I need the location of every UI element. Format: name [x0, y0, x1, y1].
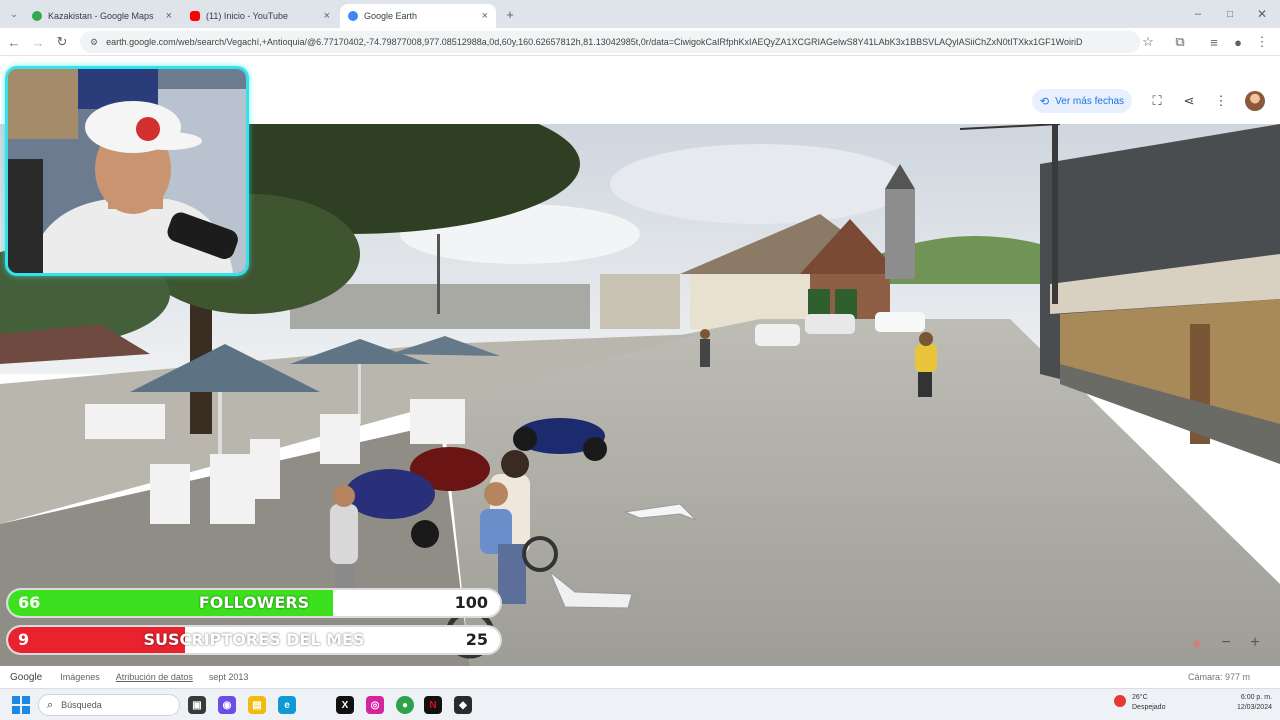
tab-title: Kazakistan - Google Maps	[48, 11, 154, 21]
chair	[8, 159, 43, 273]
new-tab-button[interactable]: +	[500, 4, 520, 24]
more-vert-icon[interactable]: ⋮	[1212, 92, 1230, 110]
x-twitter-icon[interactable]: X	[336, 696, 354, 714]
chat-icon[interactable]: ◉	[218, 696, 236, 714]
user-avatar[interactable]	[1245, 91, 1265, 111]
compass-icon[interactable]: ◈	[1186, 632, 1208, 654]
utility-pole	[1052, 124, 1058, 304]
fullscreen-icon[interactable]: ⛶	[1148, 92, 1166, 110]
url-text: earth.google.com/web/search/Vegachí,+Ant…	[106, 37, 1083, 47]
parked-car	[875, 312, 925, 332]
tab-google-earth[interactable]: Google Earth ×	[340, 4, 496, 28]
weather-widget[interactable]: 26°C Despejado	[1114, 693, 1184, 717]
youtube-favicon-icon	[190, 11, 200, 21]
search-icon: ⌕	[47, 698, 54, 711]
taskbar-search-input[interactable]: ⌕ Búsqueda	[38, 694, 180, 716]
parked-car	[755, 324, 800, 346]
followers-current: 66	[18, 593, 41, 612]
file-explorer-icon[interactable]: ▤	[248, 696, 266, 714]
site-info-icon[interactable]: ⚙	[90, 37, 98, 48]
edge-icon[interactable]: e	[278, 696, 296, 714]
more-dates-button[interactable]: ⟲ Ver más fechas	[1032, 89, 1132, 113]
shelf	[8, 69, 78, 139]
zoom-controls: ◈ − +	[1186, 632, 1266, 654]
system-clock[interactable]: 6:00 p. m. 12/03/2024	[1212, 693, 1272, 717]
cloud	[610, 144, 910, 224]
browser-menu-icon[interactable]: ⋮	[1252, 32, 1272, 52]
maps-favicon-icon	[32, 11, 42, 21]
subscribers-current: 9	[18, 630, 30, 649]
earth-footer: Google Imágenes Atribución de datos sept…	[0, 666, 1280, 688]
subscribers-goal-bar: SUSCRIPTORES DEL MES 9 25	[6, 625, 502, 655]
reload-icon[interactable]: ↻	[52, 32, 72, 52]
windows-start-icon[interactable]	[12, 696, 30, 714]
utility-pole	[437, 234, 440, 314]
browser-tab-bar: ⌄ Kazakistan - Google Maps × (11) Inicio…	[0, 0, 1280, 28]
cap-logo	[136, 117, 160, 141]
followers-goal: 100	[454, 593, 488, 612]
windows-taskbar: ⌕ Búsqueda ▣ ◉ ▤ e X ◎ ● N ◆ 26°C Despej…	[0, 688, 1280, 720]
imagery-label[interactable]: Imágenes	[60, 672, 100, 682]
clock-time: 6:00 p. m.	[1240, 694, 1272, 701]
more-dates-label: Ver más fechas	[1055, 95, 1125, 107]
followers-goal-bar: FOLLOWERS 66 100	[6, 588, 502, 618]
tab-title: Google Earth	[364, 11, 418, 21]
maximize-window-icon[interactable]: □	[1220, 4, 1240, 24]
weather-alert-icon	[1114, 695, 1126, 707]
zoom-out-button[interactable]: −	[1215, 632, 1237, 654]
capture-date: sept 2013	[208, 672, 249, 682]
tab-google-maps[interactable]: Kazakistan - Google Maps ×	[24, 4, 180, 28]
minimize-window-icon[interactable]: –	[1188, 4, 1208, 24]
share-icon[interactable]: ⋖	[1180, 92, 1198, 110]
tab-list-chevron-icon[interactable]: ⌄	[4, 4, 24, 24]
tab-title: (11) Inicio - YouTube	[206, 11, 289, 21]
reading-list-icon[interactable]: ≡	[1204, 32, 1224, 52]
zoom-in-button[interactable]: +	[1244, 632, 1266, 654]
chrome-icon[interactable]: ●	[396, 696, 414, 714]
search-placeholder: Búsqueda	[61, 700, 102, 710]
camera-altitude: Cámara: 977 m	[1187, 672, 1250, 682]
close-tab-icon[interactable]: ×	[324, 10, 330, 22]
subscribers-goal: 25	[465, 630, 488, 649]
parked-car	[805, 314, 855, 334]
data-attribution-link[interactable]: Atribución de datos	[116, 672, 193, 682]
extensions-icon[interactable]: ⧉	[1170, 32, 1190, 52]
bookmark-star-icon[interactable]: ☆	[1138, 32, 1158, 52]
followers-label: FOLLOWERS	[198, 593, 310, 612]
google-logo: Google	[10, 671, 43, 683]
netflix-icon[interactable]: N	[424, 696, 442, 714]
instagram-icon[interactable]: ◎	[366, 696, 384, 714]
webcam-overlay	[5, 66, 249, 276]
address-bar[interactable]: ⚙ earth.google.com/web/search/Vegachí,+A…	[80, 31, 1140, 53]
tab-youtube[interactable]: (11) Inicio - YouTube ×	[182, 4, 338, 28]
clock-date: 12/03/2024	[1236, 704, 1272, 711]
forward-icon[interactable]: →	[28, 32, 48, 52]
task-view-icon[interactable]: ▣	[188, 696, 206, 714]
back-icon[interactable]: ←	[4, 32, 24, 52]
close-tab-icon[interactable]: ×	[166, 10, 172, 22]
close-tab-icon[interactable]: ×	[482, 10, 488, 22]
close-window-icon[interactable]: ✕	[1252, 4, 1272, 24]
background-building	[600, 274, 680, 329]
history-icon: ⟲	[1039, 95, 1050, 108]
browser-toolbar: ← → ↻ ⚙ earth.google.com/web/search/Vega…	[0, 28, 1280, 56]
profile-icon[interactable]: ●	[1228, 32, 1248, 52]
subscribers-label: SUSCRIPTORES DEL MES	[143, 630, 365, 649]
game-icon[interactable]: ◆	[454, 696, 472, 714]
earth-favicon-icon	[348, 11, 358, 21]
